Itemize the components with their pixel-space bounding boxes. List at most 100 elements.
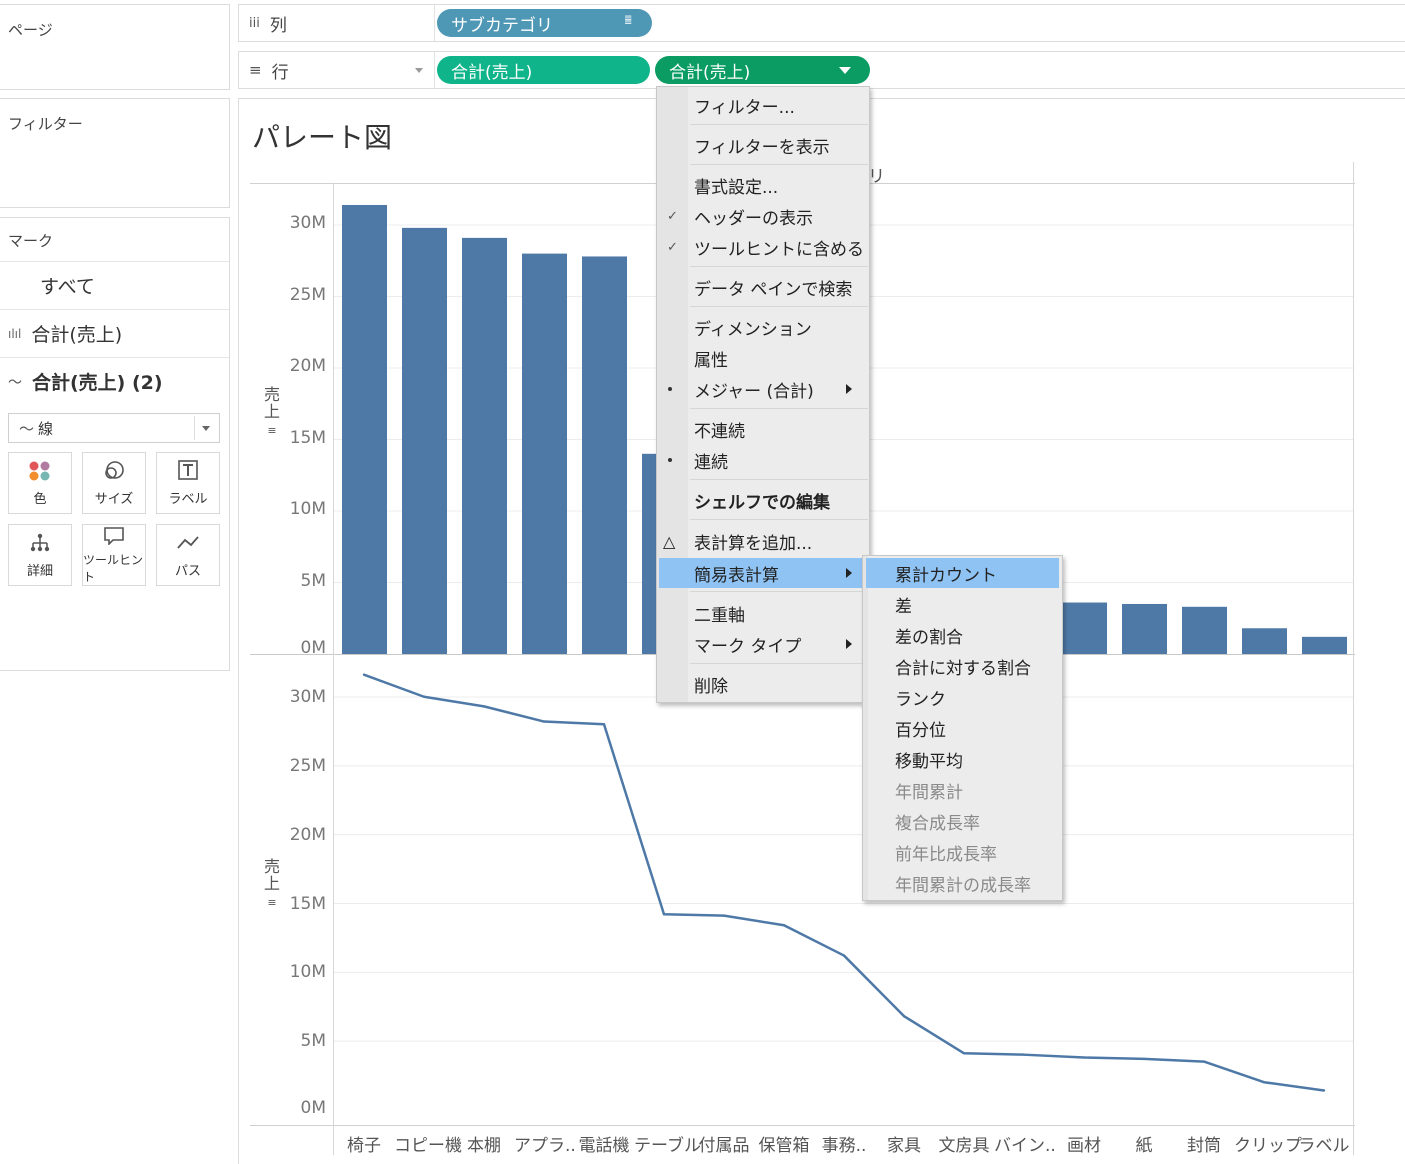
line-point-封筒[interactable] — [1202, 1060, 1206, 1063]
bar-紙[interactable] — [1122, 603, 1167, 654]
menu-item-label: 削除 — [694, 676, 728, 697]
menu-separator — [690, 663, 868, 664]
submenu-item-label: 百分位 — [895, 720, 946, 741]
submenu-item-percent-of-total[interactable]: 合計に対する割合 — [866, 651, 1059, 681]
bar-クリップ[interactable] — [1242, 628, 1287, 654]
bar-椅子[interactable] — [342, 204, 387, 655]
delta-icon: △ — [663, 531, 676, 551]
submenu-item-label: ランク — [895, 689, 946, 710]
line-point-クリップ[interactable] — [1262, 1081, 1266, 1084]
menu-item-include-tooltip[interactable]: ツールヒントに含める ✓ — [657, 232, 864, 262]
submenu-item-label: 年間累計の成長率 — [895, 875, 1031, 896]
menu-item-label: 書式設定... — [694, 177, 779, 198]
menu-separator — [690, 124, 868, 125]
line-point-画材[interactable] — [1082, 1056, 1086, 1059]
menu-separator — [690, 591, 868, 592]
menu-item-label: フィルターを表示 — [694, 137, 830, 158]
bar-画材[interactable] — [1062, 602, 1107, 654]
submenu-item-running-count[interactable]: 累計カウント — [866, 558, 1059, 588]
pill-context-menu: フィルター... フィルターを表示 書式設定... ヘッダーの表示 ✓ ツールヒントに含め… — [656, 86, 870, 703]
menu-item-format[interactable]: 書式設定... — [657, 170, 862, 200]
line-point-コピー機[interactable] — [422, 695, 426, 698]
bar-電話機[interactable] — [582, 256, 627, 654]
submenu-item-label: 差 — [895, 596, 912, 617]
check-icon: ✓ — [667, 239, 678, 255]
menu-item-label: ヘッダーの表示 — [694, 208, 813, 229]
line-point-文房具[interactable] — [962, 1052, 966, 1055]
menu-item-measure-sum[interactable]: メジャー (合計) — [657, 374, 862, 404]
line-point-ラベル[interactable] — [1322, 1089, 1326, 1092]
line-point-バイン..[interactable] — [1022, 1053, 1026, 1056]
menu-item-quick-table-calc[interactable]: 簡易表計算 — [659, 558, 865, 588]
bullet-icon — [668, 458, 672, 462]
line-point-家具[interactable] — [902, 1014, 906, 1018]
line-point-付属品[interactable] — [722, 914, 726, 917]
submenu-item-ytd-total: 年間累計 — [866, 775, 1059, 805]
menu-item-edit-in-shelf[interactable]: シェルフでの編集 — [657, 485, 862, 515]
line-point-保管箱[interactable] — [782, 924, 786, 927]
menu-item-filter[interactable]: フィルター... — [657, 90, 862, 120]
sales-line[interactable] — [363, 673, 1325, 1092]
menu-separator — [690, 266, 868, 267]
line-point-本棚[interactable] — [482, 705, 486, 708]
line-point-事務..[interactable] — [842, 954, 846, 957]
line-point-テーブル[interactable] — [662, 913, 666, 916]
line-point-アプラ..[interactable] — [542, 720, 546, 723]
submenu-item-percent-difference[interactable]: 差の割合 — [866, 620, 1059, 650]
submenu-arrow-icon — [846, 384, 852, 394]
bar-コピー機[interactable] — [402, 227, 447, 655]
bar-封筒[interactable] — [1182, 606, 1227, 654]
menu-separator — [690, 408, 868, 409]
menu-item-label: 表計算を追加... — [694, 533, 813, 554]
menu-item-continuous[interactable]: 連続 — [657, 445, 862, 475]
menu-item-label: フィルター... — [694, 97, 795, 118]
menu-item-show-header[interactable]: ヘッダーの表示 ✓ — [657, 201, 862, 231]
menu-item-label: ツールヒントに含める — [694, 239, 864, 260]
submenu-item-ytd-growth: 年間累計の成長率 — [866, 868, 1059, 898]
submenu-item-label: 合計に対する割合 — [895, 658, 1031, 679]
menu-item-label: マーク タイプ — [694, 636, 802, 657]
submenu-item-percentile[interactable]: 百分位 — [866, 713, 1059, 743]
check-icon: ✓ — [667, 208, 678, 224]
menu-item-remove[interactable]: 削除 — [657, 669, 862, 699]
bar-本棚[interactable] — [462, 237, 507, 654]
menu-item-find-in-data-pane[interactable]: データ ペインで検索 — [657, 272, 862, 302]
submenu-item-compound-growth: 複合成長率 — [866, 806, 1059, 836]
menu-separator — [690, 306, 868, 307]
menu-item-attribute[interactable]: 属性 — [657, 343, 862, 373]
submenu-item-label: 年間累計 — [895, 782, 963, 803]
bar-ラベル[interactable] — [1302, 636, 1347, 654]
menu-item-label: 連続 — [694, 452, 728, 473]
quick-table-calc-submenu: 累計カウント差差の割合合計に対する割合 ランク百分位移動平均年間累計複合成長率前年… — [862, 555, 1063, 901]
submenu-item-year-over-year: 前年比成長率 — [866, 837, 1059, 867]
line-point-紙[interactable] — [1142, 1057, 1146, 1061]
submenu-item-difference[interactable]: 差 — [866, 589, 1059, 619]
submenu-arrow-icon — [846, 568, 852, 578]
bullet-icon — [668, 387, 672, 391]
menu-item-label: 属性 — [694, 350, 728, 371]
menu-item-show-filter[interactable]: フィルターを表示 — [657, 130, 862, 160]
menu-item-add-table-calc[interactable]: 表計算を追加... △ — [657, 526, 862, 556]
submenu-item-label: 累計カウント — [895, 565, 997, 586]
menu-item-dual-axis[interactable]: 二重軸 — [657, 598, 862, 628]
menu-item-label: 簡易表計算 — [694, 565, 779, 586]
submenu-item-moving-average[interactable]: 移動平均 — [866, 744, 1059, 774]
submenu-item-rank[interactable]: ランク — [866, 682, 1059, 712]
menu-separator — [690, 479, 868, 480]
bar-アプラ..[interactable] — [522, 253, 567, 654]
menu-separator — [690, 164, 868, 165]
menu-item-label: 二重軸 — [694, 605, 745, 626]
submenu-item-label: 複合成長率 — [895, 813, 980, 834]
menu-item-mark-type[interactable]: マーク タイプ — [657, 629, 862, 659]
menu-item-label: ディメンション — [694, 319, 812, 340]
menu-item-discrete[interactable]: 不連続 — [657, 414, 862, 444]
menu-item-label: 不連続 — [694, 421, 745, 442]
submenu-item-label: 前年比成長率 — [895, 844, 997, 865]
menu-separator — [690, 519, 868, 520]
submenu-item-label: 移動平均 — [895, 751, 963, 772]
menu-item-label: データ ペインで検索 — [694, 279, 853, 300]
line-point-電話機[interactable] — [602, 723, 606, 726]
menu-item-dimension[interactable]: ディメンション — [657, 312, 862, 342]
menu-item-label: シェルフでの編集 — [694, 492, 830, 513]
line-point-椅子[interactable] — [362, 673, 366, 676]
